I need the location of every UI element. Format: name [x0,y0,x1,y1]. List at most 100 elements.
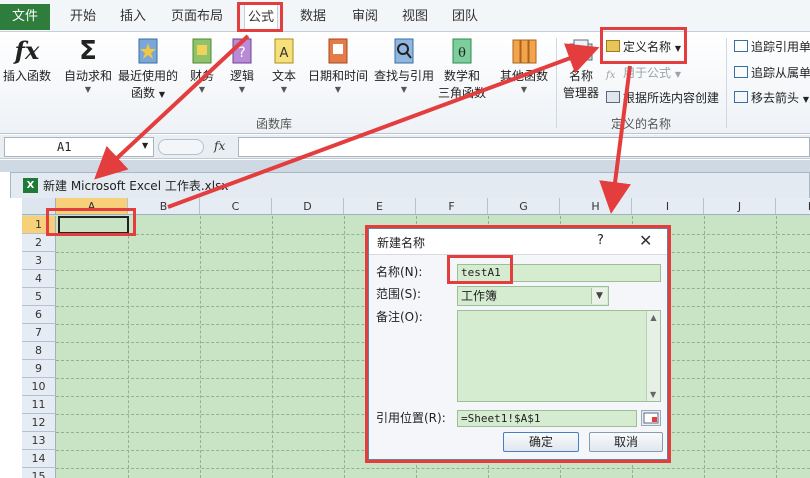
fx-icon: fx [14,36,40,65]
svg-text:A: A [280,46,289,61]
tab-view[interactable]: 视图 [398,4,432,30]
help-icon[interactable]: ? [597,233,604,248]
logical-button[interactable]: ? 逻辑 ▼ [224,36,260,95]
trace-precedents-label: 追踪引用单 [751,40,810,54]
tab-review[interactable]: 审阅 [348,4,382,30]
close-icon[interactable]: ✕ [639,231,652,250]
trace-dependents-button[interactable]: 追踪从属单 [734,64,810,82]
recent-label-1: 最近使用的 [117,69,178,83]
tab-insert[interactable]: 插入 [116,4,150,30]
math-label-1: 数学和 [443,69,480,83]
dropdown-arrow-icon: ▼ [198,85,206,94]
column-gridline [704,216,705,478]
row-header[interactable]: 4 [22,270,56,288]
column-header[interactable]: G [488,198,560,215]
name-box-dropdown-icon[interactable]: ▼ [142,141,148,150]
column-header[interactable]: C [200,198,272,215]
more-functions-label: 其他函数 [499,69,548,83]
column-gridline [272,216,273,478]
datetime-button[interactable]: 日期和时间 ▼ [306,36,370,95]
column-header[interactable]: F [416,198,488,215]
text-book-icon: A [274,38,294,64]
tab-file[interactable]: 文件 [0,4,50,30]
column-header[interactable]: J [704,198,776,215]
formula-input[interactable] [238,137,810,157]
column-header[interactable]: K [776,198,810,215]
row-header[interactable]: 11 [22,396,56,414]
dialog-title: 新建名称 [377,236,426,250]
column-header[interactable]: D [272,198,344,215]
column-header[interactable]: I [632,198,704,215]
name-manager-button[interactable]: 名称 管理器 [560,36,602,102]
lookup-label: 查找与引用 [373,69,434,83]
cancel-button[interactable]: 取消 [589,432,663,452]
insert-function-label: 插入函数 [2,69,51,83]
logical-label: 逻辑 [229,69,254,83]
use-in-formula-button[interactable]: fx 用于公式 ▼ [606,64,681,82]
name-box[interactable]: A1 [4,137,154,157]
group-divider [726,38,727,128]
tab-page-layout[interactable]: 页面布局 [168,4,226,30]
comment-textarea[interactable]: ▲ ▼ [457,310,661,402]
row-header[interactable]: 15 [22,468,56,478]
row-header[interactable]: 14 [22,450,56,468]
range-picker-icon[interactable] [641,410,661,426]
scope-select[interactable]: 工作簿 ▼ [457,286,609,306]
theta-book-icon: θ [452,38,472,64]
dropdown-arrow-icon: ▼ [674,70,681,79]
refers-to-label: 引用位置(R): [376,411,446,425]
name-manager-icon [569,39,593,61]
group-function-library-label: 函数库 [256,117,293,131]
row-header[interactable]: 9 [22,360,56,378]
ribbon: fx 插入函数 Σ 自动求和 ▼ 最近使用的 函数 ▼ 财务 ▼ ? 逻辑 ▼ … [0,32,810,134]
row-header[interactable]: 13 [22,432,56,450]
ribbon-tab-bar: 文件 开始 插入 页面布局 公式 数据 审阅 视图 团队 [0,0,810,32]
insert-function-button[interactable]: fx 插入函数 [2,36,52,85]
refers-to-field[interactable]: =Sheet1!$A$1 [457,410,637,427]
row-header[interactable]: 2 [22,234,56,252]
formula-bar-resize-handle[interactable] [158,139,204,155]
row-header[interactable]: 7 [22,324,56,342]
name-label: 名称(N): [376,265,423,279]
tab-team[interactable]: 团队 [448,4,482,30]
svg-text:?: ? [238,45,245,61]
excel-file-icon: X [23,178,38,193]
row-header[interactable]: 8 [22,342,56,360]
text-button[interactable]: A 文本 ▼ [266,36,302,95]
dropdown-arrow-icon: ▼ [400,85,408,94]
row-header[interactable]: 12 [22,414,56,432]
row-header[interactable]: 3 [22,252,56,270]
trace-precedents-button[interactable]: 追踪引用单 [734,38,810,56]
column-header[interactable]: H [560,198,632,215]
tab-home[interactable]: 开始 [66,4,100,30]
row-header[interactable]: 5 [22,288,56,306]
scope-value: 工作簿 [461,289,498,303]
row-header[interactable]: 10 [22,378,56,396]
column-gridline [128,216,129,478]
math-trig-button[interactable]: θ 数学和 三角函数 [436,36,488,102]
datetime-label: 日期和时间 [307,69,368,83]
question-book-icon: ? [232,38,252,64]
remove-arrows-icon [734,91,748,103]
financial-button[interactable]: 财务 ▼ [184,36,220,95]
autosum-button[interactable]: Σ 自动求和 ▼ [62,36,114,95]
autosum-label: 自动求和 [63,69,112,83]
use-in-formula-label: 用于公式 [623,66,672,80]
row-header[interactable]: 6 [22,306,56,324]
annotation-box-define-name [600,27,687,64]
comment-scrollbar[interactable]: ▲ ▼ [646,311,660,401]
create-from-selection-button[interactable]: 根据所选内容创建 [606,89,719,107]
recent-functions-button[interactable]: 最近使用的 函数 ▼ [116,36,180,103]
remove-arrows-button[interactable]: 移去箭头 ▼ [734,89,809,107]
column-header[interactable]: E [344,198,416,215]
financial-book-icon [192,38,212,64]
column-gridline [776,216,777,478]
column-header[interactable]: B [128,198,200,215]
dialog-title-bar: 新建名称 ? ✕ [369,229,667,255]
lookup-button[interactable]: 查找与引用 ▼ [372,36,436,95]
ok-button[interactable]: 确定 [503,432,579,452]
more-functions-button[interactable]: 其他函数 ▼ [494,36,554,95]
insert-function-fx-icon[interactable]: fx [214,139,225,153]
workbook-title: 新建 Microsoft Excel 工作表.xlsx [43,179,229,193]
tab-data[interactable]: 数据 [296,4,330,30]
